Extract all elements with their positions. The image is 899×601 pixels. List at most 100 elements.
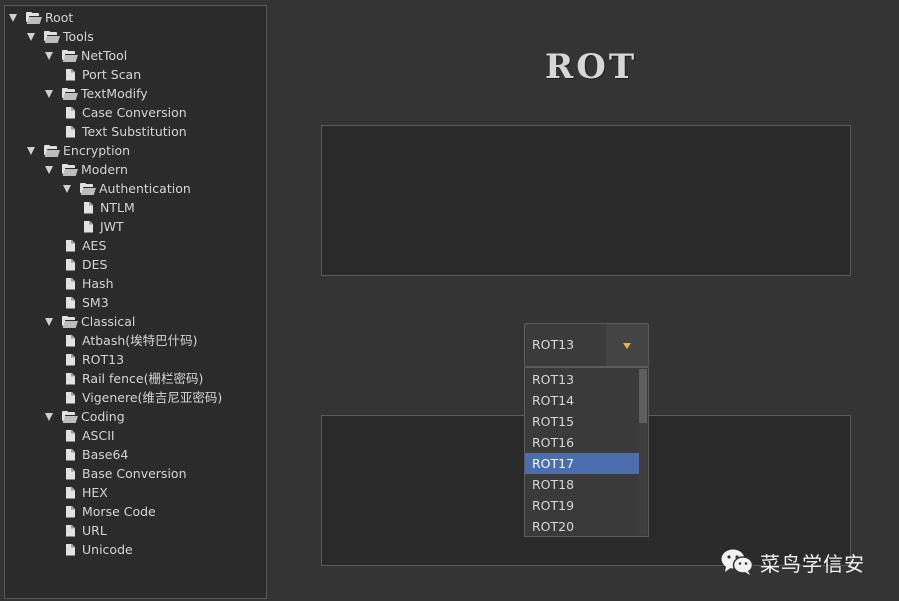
folder-open-icon	[44, 145, 61, 157]
tree-item[interactable]: JWT	[84, 217, 124, 236]
tree-item[interactable]: Case Conversion	[66, 103, 187, 122]
expand-arrow-icon[interactable]	[45, 412, 53, 421]
tree-item-label: DES	[82, 257, 108, 272]
file-icon	[66, 505, 75, 518]
dropdown-option[interactable]: ROT16	[525, 432, 639, 453]
folder-open-icon	[26, 12, 43, 24]
dropdown-option[interactable]: ROT14	[525, 390, 639, 411]
chevron-down-icon	[623, 343, 631, 349]
file-icon	[66, 543, 75, 556]
file-icon	[66, 258, 75, 271]
tree-item[interactable]: Base Conversion	[66, 464, 187, 483]
tree-item[interactable]: Atbash(埃特巴什码)	[66, 331, 198, 350]
tree-item[interactable]: Encryption	[27, 141, 130, 160]
input-textarea[interactable]	[321, 125, 851, 276]
folder-open-icon	[62, 88, 79, 100]
tree-item-label: TextModify	[81, 86, 148, 101]
file-icon	[66, 524, 75, 537]
tree-item[interactable]: Root	[9, 8, 73, 27]
tree-item[interactable]: SM3	[66, 293, 109, 312]
dropdown-option[interactable]: ROT17	[525, 453, 639, 474]
file-icon	[66, 467, 75, 480]
rot-dropdown-list[interactable]: ROT13 ROT14 ROT15 ROT16 ROT17 ROT18 ROT19 ROT20	[524, 367, 649, 537]
file-icon	[66, 239, 75, 252]
tree-item[interactable]: DES	[66, 255, 107, 274]
dropdown-scrollbar[interactable]	[639, 369, 647, 535]
file-icon	[84, 220, 93, 233]
tree-item-label: Root	[45, 10, 74, 25]
watermark-text: 菜鸟学信安	[760, 551, 865, 576]
file-icon	[66, 372, 75, 385]
tree-item[interactable]: ROT13	[66, 350, 124, 369]
tree-item[interactable]: Base64	[66, 445, 128, 464]
tree-item[interactable]: URL	[66, 521, 107, 540]
watermark: 菜鸟学信安	[720, 545, 865, 579]
tree-item-label: Unicode	[82, 542, 133, 557]
tree-item[interactable]: NTLM	[84, 198, 135, 217]
file-icon	[66, 296, 75, 309]
tree-item-label: Atbash(埃特巴什码)	[82, 333, 198, 348]
tree-item-label: AES	[82, 238, 107, 253]
tree-item[interactable]: Port Scan	[66, 65, 141, 84]
tree-item-label: Vigenere(维吉尼亚密码)	[82, 390, 223, 405]
rot-select-value: ROT13	[532, 337, 575, 352]
dropdown-option[interactable]: ROT19	[525, 495, 639, 516]
tree-item-label: JWT	[100, 219, 124, 234]
tree-item[interactable]: NetTool	[45, 46, 127, 65]
tree-item-label: Modern	[81, 162, 128, 177]
expand-arrow-icon[interactable]	[45, 51, 53, 60]
file-icon	[84, 201, 93, 214]
expand-arrow-icon[interactable]	[45, 89, 53, 98]
file-icon	[66, 277, 75, 290]
file-icon	[66, 125, 75, 138]
tree-item[interactable]: Vigenere(维吉尼亚密码)	[66, 388, 222, 407]
tree-item-label: Morse Code	[82, 504, 156, 519]
navigation-tree-panel[interactable]: Root Tools NetTool Port Scan TextModify Case …	[4, 5, 267, 599]
tree-item-label: Classical	[81, 314, 136, 329]
rot-select-button[interactable]	[606, 324, 648, 366]
tree-item[interactable]: Rail fence(栅栏密码)	[66, 369, 203, 388]
rot-select[interactable]: ROT13	[524, 323, 649, 367]
wechat-icon	[721, 549, 754, 575]
dropdown-option[interactable]: ROT15	[525, 411, 639, 432]
tree-item[interactable]: Unicode	[66, 540, 133, 559]
dropdown-option[interactable]: ROT20	[525, 516, 639, 537]
file-icon	[66, 448, 75, 461]
tree-item[interactable]: Tools	[27, 27, 94, 46]
expand-arrow-icon[interactable]	[27, 146, 35, 155]
dropdown-option[interactable]: ROT13	[525, 369, 639, 390]
tree-item[interactable]: Authentication	[63, 179, 191, 198]
folder-open-icon	[62, 164, 79, 176]
expand-arrow-icon[interactable]	[45, 317, 53, 326]
tree-item-label: ASCII	[82, 428, 115, 443]
folder-open-icon	[62, 50, 79, 62]
tree-item[interactable]: Classical	[45, 312, 135, 331]
expand-arrow-icon[interactable]	[45, 165, 53, 174]
tree-item[interactable]: Morse Code	[66, 502, 156, 521]
file-icon	[66, 106, 75, 119]
tree-item-label: Encryption	[63, 143, 131, 158]
file-icon	[66, 334, 75, 347]
expand-arrow-icon[interactable]	[27, 32, 35, 41]
page-title: ROT	[545, 47, 638, 87]
file-icon	[66, 391, 75, 404]
tree-item[interactable]: Text Substitution	[66, 122, 187, 141]
tree-item[interactable]: ASCII	[66, 426, 115, 445]
tree-item-label: Base Conversion	[82, 466, 187, 481]
folder-open-icon	[44, 31, 61, 43]
expand-arrow-icon[interactable]	[63, 184, 71, 193]
tree-item[interactable]: Modern	[45, 160, 128, 179]
tree-item[interactable]: AES	[66, 236, 106, 255]
dropdown-option[interactable]: ROT18	[525, 474, 639, 495]
tree-item-label: NetTool	[81, 48, 128, 63]
expand-arrow-icon[interactable]	[9, 13, 17, 22]
tree-item-label: Text Substitution	[82, 124, 187, 139]
dropdown-scrollbar-thumb[interactable]	[639, 369, 647, 423]
folder-open-icon	[62, 316, 79, 328]
tree-item[interactable]: Coding	[45, 407, 125, 426]
tree-item[interactable]: HEX	[66, 483, 108, 502]
tree-item-label: URL	[82, 523, 107, 538]
tree-item-label: Port Scan	[82, 67, 142, 82]
tree-item[interactable]: TextModify	[45, 84, 148, 103]
tree-item[interactable]: Hash	[66, 274, 114, 293]
